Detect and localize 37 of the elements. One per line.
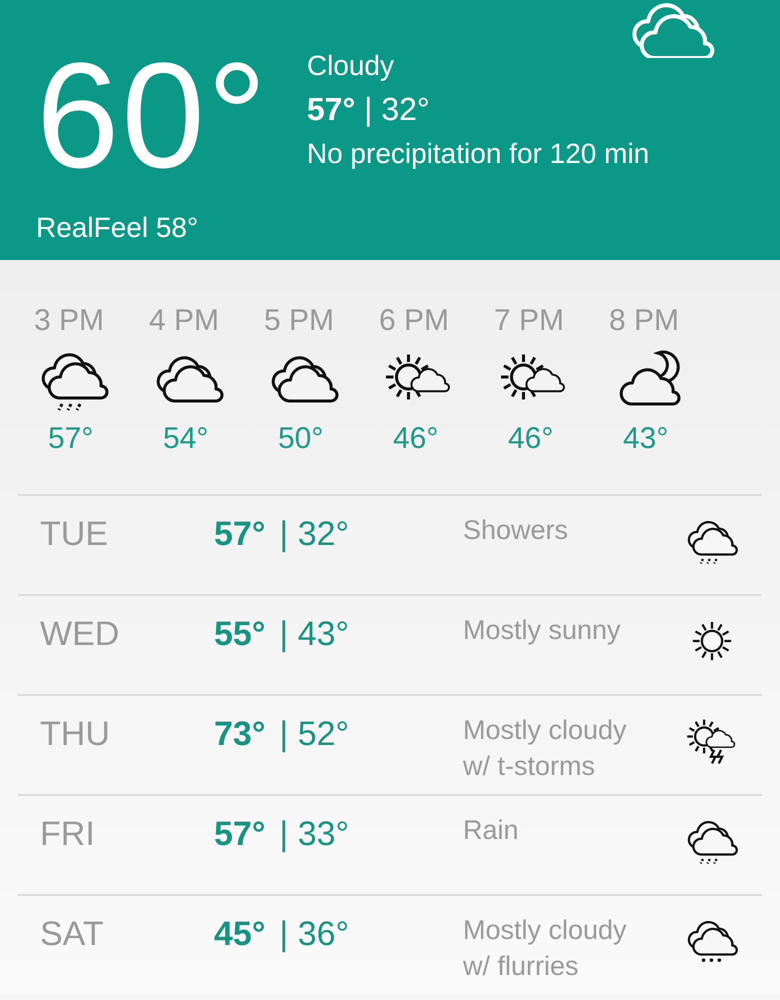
day-label: THU [40,714,111,755]
day-label: SAT [40,914,105,955]
hour-label: 8 PM [609,304,680,338]
low-temperature: | 33° [279,814,350,855]
hour-label: 7 PM [494,304,564,338]
hour-label: 4 PM [149,304,220,338]
forecast-condition: Rain [463,814,520,847]
hour-label: 6 PM [379,304,450,338]
low-temperature: | 52° [279,714,350,755]
hour-temperature: 46° [508,422,554,456]
hour-temperature: 54° [163,422,208,456]
forecast-condition: Mostly cloudy w/ t-storms [463,714,628,783]
day-label: TUE [40,514,109,555]
day-label: WED [40,614,120,655]
high-temperature: 45° [214,914,266,955]
high-temperature: 73° [214,714,266,755]
hour-label: 3 PM [34,304,104,338]
day-label: FRI [40,814,96,855]
hour-temperature: 57° [48,422,94,456]
high-temperature: 57° [214,814,266,855]
hour-temperature: 43° [623,422,668,456]
low-temperature: | 43° [279,614,350,655]
current-temperature: 60° [36,40,269,190]
high-temperature: 57° [214,514,266,555]
forecast-condition: Mostly sunny [463,614,622,647]
hour-temperature: 50° [278,422,324,456]
high-temperature: 55° [214,614,266,655]
low-temperature: | 32° [279,514,350,555]
condition-text: Cloudy [306,49,396,83]
low-temperature: | 36° [279,914,350,955]
high-low-temperature: 57° | 32° [306,90,431,129]
forecast-condition: Showers [463,514,570,547]
hour-label: 5 PM [264,304,334,338]
realfeel-text: RealFeel 58° [36,212,200,244]
forecast-condition: Mostly cloudy w/ flurries [463,914,628,983]
precipitation-text: No precipitation for 120 min [306,137,650,171]
hour-temperature: 46° [393,422,438,456]
